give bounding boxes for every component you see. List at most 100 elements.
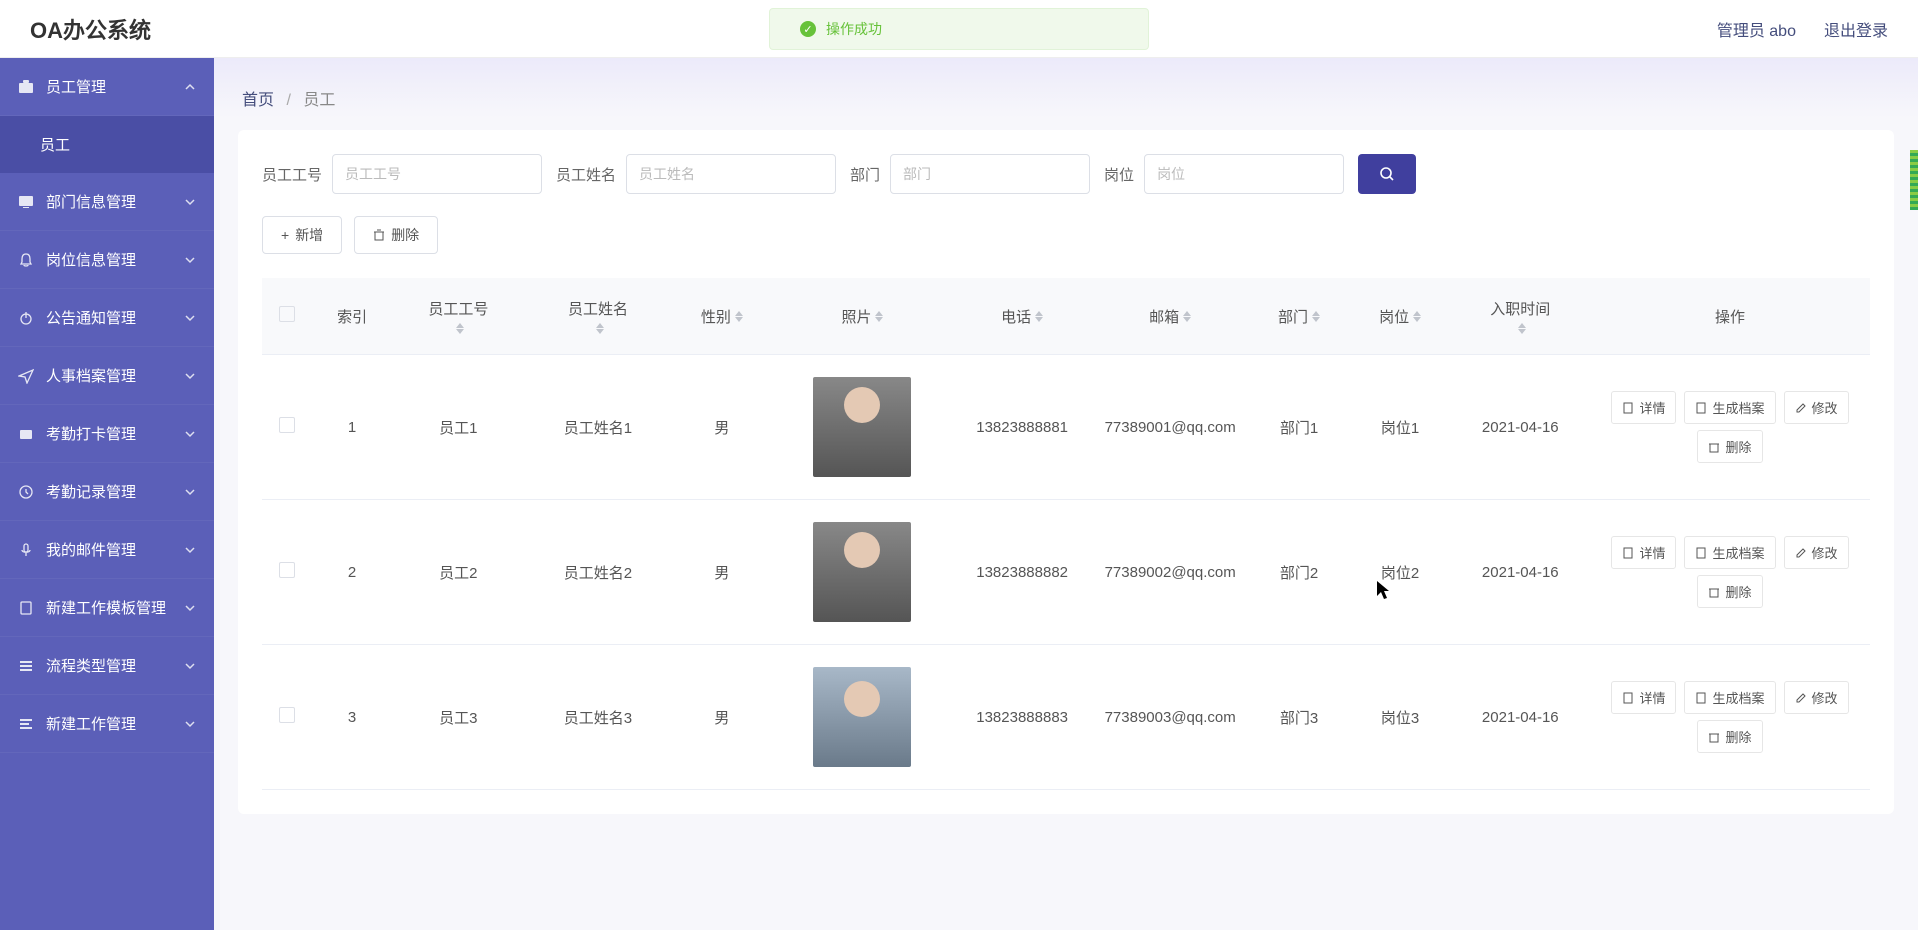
delete-button[interactable]: 删除 (354, 216, 438, 254)
edit-button[interactable]: 修改 (1784, 536, 1849, 569)
cell-pos: 岗位2 (1350, 500, 1451, 645)
sidebar-item-mail[interactable]: 我的邮件管理 (0, 521, 214, 579)
select-all-checkbox[interactable] (279, 306, 295, 322)
cell-dept: 部门3 (1249, 645, 1350, 790)
detail-button[interactable]: 详情 (1611, 391, 1676, 424)
sort-icon (1312, 311, 1320, 322)
generate-archive-button[interactable]: 生成档案 (1684, 681, 1775, 714)
generate-archive-button[interactable]: 生成档案 (1684, 391, 1775, 424)
row-checkbox[interactable] (279, 562, 295, 578)
sort-icon (1035, 311, 1043, 322)
col-email[interactable]: 邮箱 (1092, 278, 1249, 355)
sidebar-item-attendance-record[interactable]: 考勤记录管理 (0, 463, 214, 521)
cell-empname: 员工姓名1 (525, 355, 672, 500)
sidebar-label: 公告通知管理 (46, 307, 136, 328)
sort-icon (596, 323, 604, 334)
cell-index: 2 (312, 500, 392, 645)
filter-input-dept[interactable] (890, 154, 1090, 194)
edit-button[interactable]: 修改 (1784, 681, 1849, 714)
filter-input-empname[interactable] (626, 154, 836, 194)
employee-photo (813, 377, 911, 477)
col-photo[interactable]: 照片 (772, 278, 952, 355)
breadcrumb: 首页 / 员工 (214, 58, 1918, 130)
sidebar-label: 人事档案管理 (46, 365, 136, 386)
cell-index: 1 (312, 355, 392, 500)
sidebar-item-employee[interactable]: 员工管理 (0, 58, 214, 116)
doc-icon (1622, 402, 1634, 414)
logout-link[interactable]: 退出登录 (1824, 17, 1888, 41)
cell-empno: 员工3 (392, 645, 524, 790)
cell-empno: 员工1 (392, 355, 524, 500)
sort-icon (1183, 311, 1191, 322)
col-hire[interactable]: 入职时间 (1451, 278, 1590, 355)
detail-button[interactable]: 详情 (1611, 681, 1676, 714)
sidebar-label: 员工管理 (46, 76, 106, 97)
doc-icon (1695, 402, 1707, 414)
cell-phone: 13823888881 (952, 355, 1091, 500)
sidebar-item-position[interactable]: 岗位信息管理 (0, 231, 214, 289)
search-button[interactable] (1358, 154, 1416, 194)
bell-icon (18, 252, 34, 268)
generate-archive-button[interactable]: 生成档案 (1684, 536, 1775, 569)
sidebar-label: 考勤打卡管理 (46, 423, 136, 444)
row-checkbox[interactable] (279, 707, 295, 723)
cell-empno: 员工2 (392, 500, 524, 645)
sidebar-item-department[interactable]: 部门信息管理 (0, 173, 214, 231)
sidebar-item-template[interactable]: 新建工作模板管理 (0, 579, 214, 637)
sort-icon (735, 311, 743, 322)
filter-input-pos[interactable] (1144, 154, 1344, 194)
row-delete-button[interactable]: 删除 (1697, 575, 1762, 608)
breadcrumb-home[interactable]: 首页 (242, 92, 274, 109)
chevron-down-icon (184, 254, 196, 266)
current-user[interactable]: 管理员 abo (1717, 17, 1796, 41)
sidebar-item-new-work[interactable]: 新建工作管理 (0, 695, 214, 753)
col-index: 索引 (312, 278, 392, 355)
row-delete-button[interactable]: 删除 (1697, 430, 1762, 463)
cell-ops: 详情 生成档案 修改 删除 (1590, 355, 1870, 500)
sidebar-item-announcement[interactable]: 公告通知管理 (0, 289, 214, 347)
col-dept[interactable]: 部门 (1249, 278, 1350, 355)
cell-email: 77389001@qq.com (1092, 355, 1249, 500)
col-empname[interactable]: 员工姓名 (525, 278, 672, 355)
success-toast: ✓ 操作成功 (769, 8, 1149, 50)
breadcrumb-sep: / (286, 92, 290, 109)
cell-index: 3 (312, 645, 392, 790)
main-content: 首页 / 员工 员工工号 员工姓名 部门 岗位 (214, 58, 1918, 930)
delete-label: 删除 (391, 225, 419, 245)
cell-pos: 岗位1 (1350, 355, 1451, 500)
chevron-down-icon (184, 370, 196, 382)
chevron-down-icon (184, 718, 196, 730)
cell-hire: 2021-04-16 (1451, 500, 1590, 645)
sidebar-item-attendance[interactable]: 考勤打卡管理 (0, 405, 214, 463)
detail-button[interactable]: 详情 (1611, 536, 1676, 569)
col-empno[interactable]: 员工工号 (392, 278, 524, 355)
sidebar-item-hr-archive[interactable]: 人事档案管理 (0, 347, 214, 405)
cell-phone: 13823888882 (952, 500, 1091, 645)
col-pos[interactable]: 岗位 (1350, 278, 1451, 355)
row-delete-button[interactable]: 删除 (1697, 720, 1762, 753)
send-icon (18, 368, 34, 384)
sidebar-item-flow-type[interactable]: 流程类型管理 (0, 637, 214, 695)
monitor-icon (18, 194, 34, 210)
add-button[interactable]: + 新增 (262, 216, 342, 254)
cell-ops: 详情 生成档案 修改 删除 (1590, 645, 1870, 790)
edit-button[interactable]: 修改 (1784, 391, 1849, 424)
cell-pos: 岗位3 (1350, 645, 1451, 790)
chevron-down-icon (184, 312, 196, 324)
doc-icon (1622, 692, 1634, 704)
filter-label-empno: 员工工号 (262, 164, 322, 185)
cell-gender: 男 (671, 645, 772, 790)
employee-photo (813, 522, 911, 622)
filter-label-empname: 员工姓名 (556, 164, 616, 185)
cell-email: 77389003@qq.com (1092, 645, 1249, 790)
cell-hire: 2021-04-16 (1451, 645, 1590, 790)
trash-icon (373, 229, 385, 241)
col-gender[interactable]: 性别 (671, 278, 772, 355)
employee-photo (813, 667, 911, 767)
filter-input-empno[interactable] (332, 154, 542, 194)
col-phone[interactable]: 电话 (952, 278, 1091, 355)
sidebar-sub-employee[interactable]: 员工 (0, 116, 214, 173)
sidebar-label: 新建工作管理 (46, 713, 136, 734)
row-checkbox[interactable] (279, 417, 295, 433)
cell-gender: 男 (671, 500, 772, 645)
